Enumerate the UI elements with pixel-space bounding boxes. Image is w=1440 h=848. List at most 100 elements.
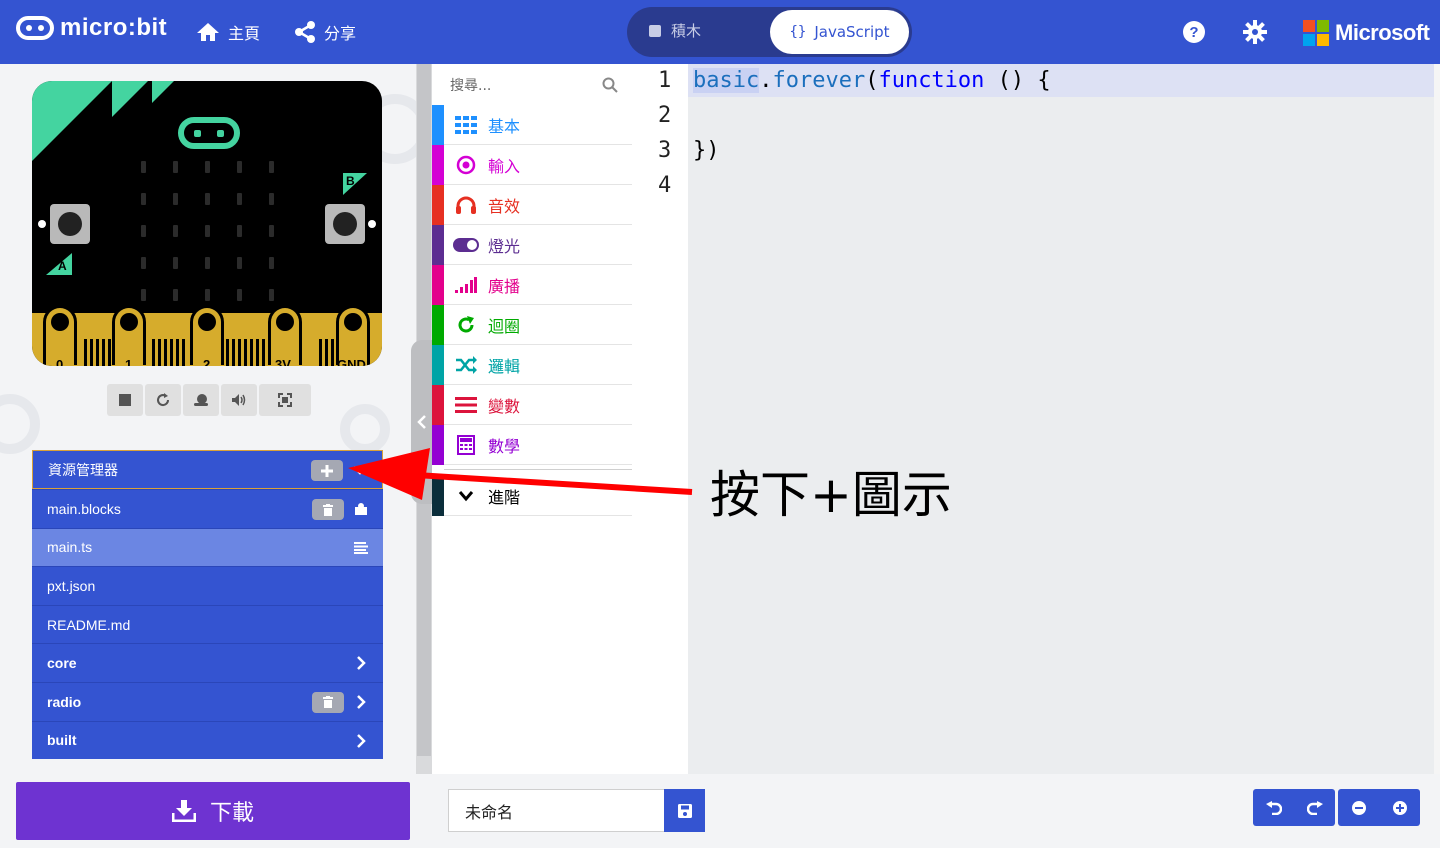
- led[interactable]: [205, 257, 210, 269]
- button-a[interactable]: [50, 204, 90, 244]
- category-variables[interactable]: 變數: [432, 384, 632, 425]
- file-row-readme[interactable]: README.md: [32, 604, 383, 644]
- slow-mode-button[interactable]: [183, 384, 219, 416]
- led[interactable]: [141, 225, 146, 237]
- category-basic[interactable]: 基本: [432, 104, 632, 145]
- led[interactable]: [269, 257, 274, 269]
- help-icon[interactable]: ?: [1182, 20, 1206, 44]
- top-bar: micro:bit 主頁 分享 積木 {} JavaScript ? Micro…: [0, 0, 1440, 64]
- share-button[interactable]: 分享: [294, 20, 356, 44]
- line-number: 3: [658, 138, 672, 163]
- pin-gnd[interactable]: [336, 305, 370, 365]
- category-led[interactable]: 燈光: [432, 224, 632, 265]
- led[interactable]: [205, 289, 210, 301]
- gear-icon[interactable]: [1243, 20, 1267, 44]
- edge-finger: [102, 339, 105, 366]
- led[interactable]: [173, 257, 178, 269]
- download-button[interactable]: 下載: [16, 782, 410, 840]
- explorer-title: 資源管理器: [48, 462, 118, 479]
- undo-button[interactable]: [1253, 789, 1294, 826]
- led[interactable]: [173, 225, 178, 237]
- led[interactable]: [141, 257, 146, 269]
- file-row-pxt-json[interactable]: pxt.json: [32, 566, 383, 605]
- file-name: main.blocks: [47, 500, 121, 517]
- led[interactable]: [269, 161, 274, 173]
- add-file-button[interactable]: [311, 460, 343, 481]
- category-logic[interactable]: 邏輯: [432, 344, 632, 385]
- folder-row-radio[interactable]: radio: [32, 681, 383, 721]
- category-color-strip: [432, 184, 444, 225]
- edge-finger: [262, 339, 265, 366]
- button-b[interactable]: [325, 204, 365, 244]
- javascript-mode-tab[interactable]: {} JavaScript: [770, 10, 909, 54]
- led[interactable]: [205, 193, 210, 205]
- code-editor[interactable]: 1 2 3 4 basic.forever(function () { }): [632, 64, 1440, 774]
- zoom-in-button[interactable]: [1379, 789, 1420, 826]
- folder-row-built[interactable]: built: [32, 720, 383, 760]
- project-name-input[interactable]: 未命名: [448, 789, 664, 832]
- board-corner-decoration: [32, 81, 112, 161]
- category-label: 迴圈: [488, 316, 521, 336]
- led[interactable]: [237, 161, 242, 173]
- category-color-strip: [432, 104, 444, 145]
- category-music[interactable]: 音效: [432, 184, 632, 225]
- file-row-main-blocks[interactable]: main.blocks: [32, 489, 383, 528]
- led[interactable]: [173, 289, 178, 301]
- edge-finger: [176, 339, 179, 366]
- led[interactable]: [173, 161, 178, 173]
- search-icon[interactable]: [602, 77, 618, 93]
- led[interactable]: [237, 193, 242, 205]
- pin-0[interactable]: [43, 305, 77, 365]
- led[interactable]: [269, 225, 274, 237]
- led[interactable]: [269, 193, 274, 205]
- folder-row-core[interactable]: core: [32, 643, 383, 682]
- microsoft-logo[interactable]: Microsoft: [1303, 20, 1430, 46]
- category-loops[interactable]: 迴圈: [432, 304, 632, 345]
- chevron-left-icon: [417, 415, 426, 429]
- edge-finger: [325, 339, 328, 366]
- home-label: 主頁: [228, 24, 261, 43]
- blocks-mode-tab[interactable]: 積木: [649, 20, 701, 41]
- zoom-out-button[interactable]: [1338, 789, 1379, 826]
- save-button[interactable]: [664, 789, 705, 832]
- brand-logo[interactable]: micro:bit: [16, 14, 167, 42]
- code-line-1[interactable]: basic.forever(function () {: [693, 68, 1051, 93]
- microbit-logo-icon: [16, 16, 54, 40]
- led[interactable]: [205, 225, 210, 237]
- mute-button[interactable]: [221, 384, 257, 416]
- delete-folder-button[interactable]: [312, 691, 344, 713]
- category-radio[interactable]: 廣播: [432, 264, 632, 305]
- led[interactable]: [237, 289, 242, 301]
- code-line-3[interactable]: }): [693, 138, 720, 163]
- led[interactable]: [141, 161, 146, 173]
- pin-1[interactable]: [112, 305, 146, 365]
- fullscreen-button[interactable]: [259, 384, 311, 416]
- editor-scrollbar[interactable]: [1434, 64, 1440, 774]
- shuffle-icon: [444, 355, 488, 374]
- led[interactable]: [205, 161, 210, 173]
- file-row-main-ts[interactable]: main.ts: [32, 527, 383, 567]
- led[interactable]: [269, 289, 274, 301]
- category-label: 基本: [488, 116, 521, 136]
- edge-finger: [232, 339, 235, 366]
- explorer-header[interactable]: 資源管理器: [32, 450, 383, 489]
- led[interactable]: [141, 289, 146, 301]
- redo-button[interactable]: [1294, 789, 1335, 826]
- blocks-mode-label: 積木: [671, 22, 702, 40]
- category-color-strip: [432, 344, 444, 385]
- led[interactable]: [173, 193, 178, 205]
- fullscreen-icon: [278, 393, 292, 407]
- line-number: 2: [658, 103, 672, 128]
- stop-button[interactable]: [107, 384, 143, 416]
- pin-3v[interactable]: [268, 305, 302, 365]
- led[interactable]: [141, 193, 146, 205]
- edge-finger: [319, 339, 322, 366]
- category-input[interactable]: 輸入: [432, 144, 632, 185]
- home-button[interactable]: 主頁: [196, 20, 260, 44]
- svg-text:?: ?: [1189, 24, 1198, 41]
- toolbox-search-input[interactable]: 搜尋...: [432, 64, 632, 106]
- restart-button[interactable]: [145, 384, 181, 416]
- pin-2[interactable]: [190, 305, 224, 365]
- led[interactable]: [237, 225, 242, 237]
- led[interactable]: [237, 257, 242, 269]
